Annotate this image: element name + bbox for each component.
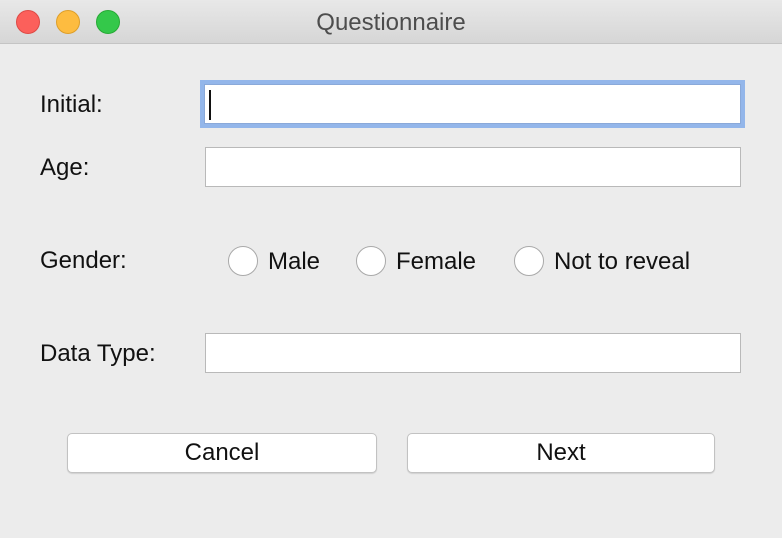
next-button[interactable]: Next <box>407 433 715 473</box>
initial-input[interactable] <box>204 84 741 124</box>
gender-label: Gender: <box>40 247 127 274</box>
radio-button-circle[interactable] <box>514 246 544 276</box>
cancel-button[interactable]: Cancel <box>67 433 377 473</box>
data-type-input[interactable] <box>205 333 741 373</box>
radio-button-circle[interactable] <box>228 246 258 276</box>
gender-radio-group: Male Female Not to reveal <box>228 246 728 280</box>
title-bar: Questionnaire <box>0 0 782 44</box>
questionnaire-window: Questionnaire Initial: Age: Gender: Male… <box>0 0 782 538</box>
age-input[interactable] <box>205 147 741 187</box>
data-type-label: Data Type: <box>40 340 156 367</box>
initial-label: Initial: <box>40 91 103 118</box>
window-title: Questionnaire <box>316 9 466 36</box>
radio-button-circle[interactable] <box>356 246 386 276</box>
radio-label-not-to-reveal: Not to reveal <box>554 248 691 275</box>
radio-label-female: Female <box>396 248 477 275</box>
radio-label-male: Male <box>268 248 321 275</box>
text-caret <box>209 90 211 120</box>
age-label: Age: <box>40 154 90 181</box>
